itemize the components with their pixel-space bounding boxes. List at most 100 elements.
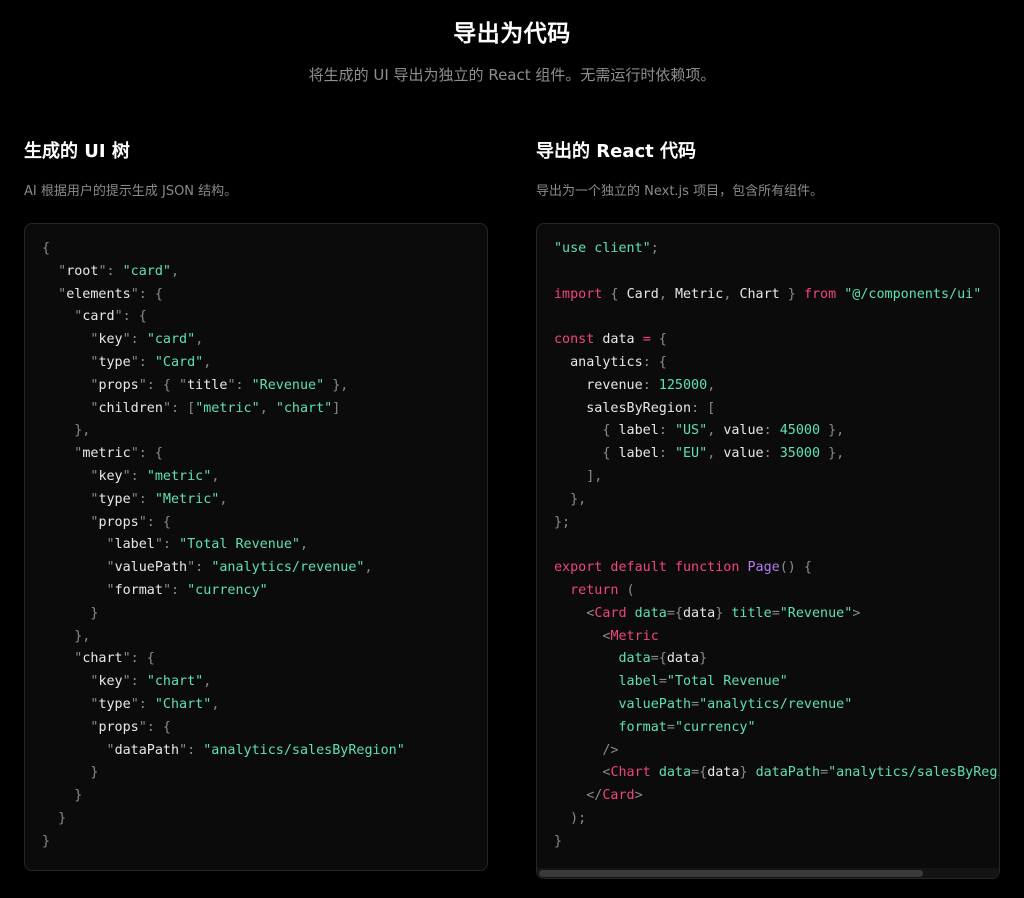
code-token: ": [ (162, 400, 196, 416)
code-token: "analytics/revenue" (211, 560, 365, 576)
code-line: "root": "card", (42, 261, 487, 284)
code-token: () { (779, 560, 812, 576)
code-token: "Revenue" (779, 605, 853, 621)
code-token: "Card" (154, 354, 204, 370)
code-token: Card (602, 788, 635, 804)
code-line: } (42, 762, 487, 785)
code-token: format (618, 719, 667, 735)
code-token: "use client" (554, 241, 651, 256)
code-line: "card": { (42, 306, 487, 329)
code-token: } (42, 765, 99, 781)
code-token: data (618, 651, 651, 667)
code-token: ": (179, 742, 204, 758)
code-token: props (98, 514, 139, 530)
right-panel-title: 导出的 React 代码 (536, 141, 697, 162)
code-token: ); (554, 810, 587, 826)
code-token: " (42, 696, 99, 712)
horizontal-scrollbar[interactable] (537, 868, 999, 878)
code-token: "card" (122, 263, 171, 279)
code-token: metric (82, 446, 131, 462)
code-token: ], (554, 468, 603, 484)
code-line: revenue: 125000, (554, 375, 999, 398)
code-token: ; (650, 241, 659, 256)
code-token: Card (626, 286, 659, 302)
code-token: type (98, 354, 131, 370)
code-token: " (42, 332, 99, 348)
code-token: " (42, 491, 99, 507)
code-token: "analytics/salesByRegion" (203, 742, 405, 758)
code-line: "elements": { (42, 284, 487, 307)
code-token: ": (130, 354, 155, 370)
code-token: props (98, 719, 139, 735)
code-line: { label: "EU", value: 35000 }, (554, 443, 999, 466)
code-token: > (852, 605, 861, 621)
code-token: { (554, 423, 619, 439)
code-line: "type": "Metric", (42, 489, 487, 512)
code-token: data (666, 651, 700, 667)
code-token: " (42, 309, 83, 325)
code-token: value (723, 446, 764, 462)
code-token: "EU" (674, 446, 708, 462)
code-token: , (219, 491, 228, 507)
code-token: , (203, 674, 212, 690)
page-title: 导出为代码 (453, 21, 571, 47)
code-token: : (763, 446, 780, 462)
code-line: "props": { "title": "Revenue" }, (42, 375, 487, 398)
code-token: : (763, 423, 780, 439)
code-line: valuePath="analytics/revenue" (554, 694, 999, 717)
code-token: " (42, 286, 67, 302)
code-token: , (364, 560, 373, 576)
page-subtitle: 将生成的 UI 导出为独立的 React 组件。无需运行时依赖项。 (308, 66, 716, 84)
code-token: ": (227, 377, 252, 393)
code-token: < (554, 765, 611, 781)
code-token: } (715, 605, 732, 621)
code-line: analytics: { (554, 352, 999, 375)
scrollbar-thumb[interactable] (539, 870, 923, 877)
code-line: } (42, 603, 487, 626)
code-line: { (42, 238, 487, 261)
code-line: "dataPath": "analytics/salesByRegion" (42, 740, 487, 763)
code-line: "use client"; (554, 238, 999, 261)
code-line: ], (554, 466, 999, 489)
ui-tree-code-panel[interactable]: { "root": "card", "elements": { "card": … (24, 223, 488, 871)
code-token: = (771, 605, 780, 621)
ui-tree-code: { "root": "card", "elements": { "card": … (25, 224, 487, 854)
code-line: "children": ["metric", "chart"] (42, 398, 487, 421)
code-token: Metric (674, 286, 724, 302)
code-token: { (602, 286, 627, 302)
code-token: = (658, 674, 667, 690)
code-token: "currency" (674, 719, 756, 735)
code-token: ": { (122, 651, 155, 667)
right-panel-description: 导出为一个独立的 Next.js 项目，包含所有组件。 (536, 184, 824, 199)
code-line: salesByRegion: [ (554, 398, 999, 421)
code-token: : (642, 377, 659, 393)
code-token: " (42, 719, 99, 735)
code-line: label="Total Revenue" (554, 671, 999, 694)
code-token: ": (154, 537, 180, 553)
code-line: ); (554, 808, 999, 831)
code-token: ": { (138, 514, 171, 530)
code-token: = (820, 765, 829, 781)
code-token: }, (554, 491, 587, 507)
code-token: ": (98, 263, 123, 279)
code-line: "chart": { (42, 648, 487, 671)
code-line: }, (42, 420, 487, 443)
code-line: export default function Page() { (554, 557, 999, 580)
code-line: "metric": { (42, 443, 487, 466)
code-token: ": (162, 582, 188, 598)
code-token: format (114, 582, 163, 598)
react-code-panel[interactable]: "use client"; import { Card, Metric, Char… (536, 223, 1000, 879)
code-line: <Card data={data} title="Revenue"> (554, 603, 999, 626)
code-token: " (42, 354, 99, 370)
code-token: </ (554, 788, 603, 804)
code-token: , (300, 537, 309, 553)
code-token: " (42, 560, 115, 576)
code-token: : (658, 423, 675, 439)
code-token: "US" (674, 423, 708, 439)
code-token: } (554, 833, 563, 849)
code-token: , (707, 423, 724, 439)
